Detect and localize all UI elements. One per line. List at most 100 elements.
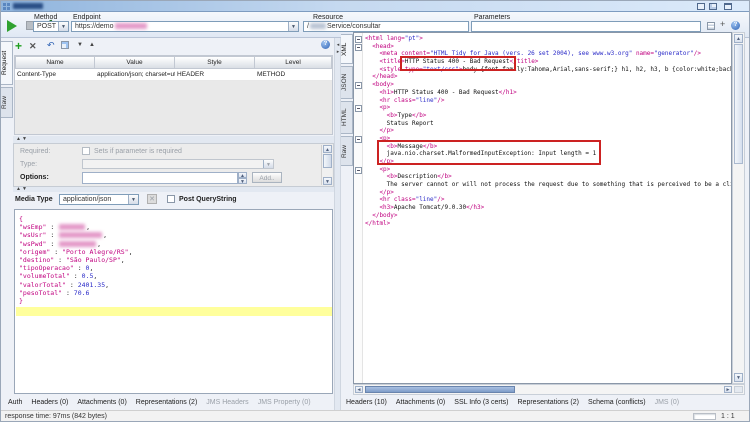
type-select[interactable]: ▼ <box>82 159 274 169</box>
details-scroll-thumb[interactable] <box>323 154 332 168</box>
options-input[interactable] <box>82 172 238 184</box>
soapui-request-window: ✔ Method POST ▼ Endpoint https://demo ▼ … <box>0 0 750 422</box>
caret-line-highlight <box>16 307 332 316</box>
request-bottom-tab-representations-2[interactable]: Representations (2) <box>136 399 197 406</box>
splitter-vertical[interactable]: ◂▸ <box>334 38 341 410</box>
request-bottom-tab-auth[interactable]: Auth <box>8 399 22 406</box>
code-line: <p> <box>365 135 732 143</box>
response-hscrollbar[interactable]: ◄ ► <box>353 384 745 395</box>
response-bottom-tab-jms-0[interactable]: JMS (0) <box>655 399 680 406</box>
endpoint-select[interactable]: https://demo ▼ <box>71 21 299 32</box>
options-add-button[interactable]: Add.. <box>252 172 282 183</box>
fold-toggle-icon[interactable] <box>355 105 362 112</box>
splitter-horizontal-1[interactable]: ▲▼ <box>13 136 334 143</box>
details-scroll-down[interactable]: ▼ <box>323 177 332 185</box>
post-querystring-checkbox[interactable] <box>167 195 175 203</box>
endpoint-value: https://demo <box>75 23 114 30</box>
response-bottom-tabs: Headers (10) Attachments (0) SSL Info (3 c… <box>346 396 679 409</box>
resource-input[interactable]: /Service/consultar <box>303 21 469 32</box>
response-scroll-up[interactable]: ▲ <box>734 34 743 43</box>
options-label: Options: <box>20 174 49 181</box>
response-vscrollbar[interactable]: ▲ ▼ <box>732 32 745 384</box>
params-table-header: NameValueStyleLevel <box>15 56 332 69</box>
required-label: Required: <box>20 148 50 155</box>
code-line: "pesoTotal" : 70.6 <box>19 289 133 297</box>
required-checkbox[interactable] <box>82 147 90 155</box>
window-float-button[interactable] <box>697 3 705 10</box>
param-table-icon[interactable] <box>707 22 715 30</box>
request-bottom-tab-jms-headers[interactable]: JMS Headers <box>206 399 248 406</box>
fold-toggle-icon[interactable] <box>355 36 362 43</box>
response-tab-json[interactable]: JSON <box>341 66 353 99</box>
window-maximize-button[interactable] <box>724 3 732 10</box>
type-dropdown-arrow: ▼ <box>263 160 273 168</box>
response-bottom-tab-representations-2[interactable]: Representations (2) <box>518 399 579 406</box>
fold-toggle-icon[interactable] <box>355 167 362 174</box>
add-param-icon[interactable]: + <box>720 19 725 29</box>
media-type-select[interactable]: application/json ▼ <box>59 194 139 205</box>
response-scroll-down[interactable]: ▼ <box>734 373 743 382</box>
add-param-button[interactable]: + <box>15 39 22 53</box>
endpoint-redacted <box>115 23 147 29</box>
response-hscroll-thumb[interactable] <box>365 386 515 393</box>
request-bottom-tab-headers-0[interactable]: Headers (0) <box>31 399 68 406</box>
code-line: <meta content="HTML Tidy for Java (vers.… <box>365 50 732 58</box>
status-bar: response time: 97ms (842 bytes) 1 : 1 <box>1 410 749 422</box>
params-help-icon[interactable]: ? <box>321 40 330 49</box>
column-header-level[interactable]: Level <box>255 56 332 69</box>
response-tab-html[interactable]: HTML <box>341 101 353 134</box>
details-scroll-up[interactable]: ▲ <box>323 145 332 153</box>
move-up-icon[interactable]: ▲ <box>89 42 95 48</box>
code-line: </p> <box>365 189 732 197</box>
request-tab-request[interactable]: Request <box>1 41 13 85</box>
table-row[interactable]: Content-Typeapplication/json; charset=ut… <box>15 69 332 81</box>
request-body-editor[interactable]: {"wsEmp" : ,"wsUsr" : ,"wsPwd" : ,"orige… <box>14 209 333 394</box>
response-scroll-right[interactable]: ► <box>724 386 732 393</box>
code-line: </head> <box>365 73 732 81</box>
response-tab-xml[interactable]: XML <box>341 34 353 64</box>
request-bottom-tab-attachments-0[interactable]: Attachments (0) <box>77 399 126 406</box>
code-line: <p> <box>365 104 732 112</box>
method-dropdown-arrow[interactable]: ▼ <box>58 22 68 31</box>
response-bottom-tab-schema-conflicts[interactable]: Schema (conflicts) <box>588 399 646 406</box>
endpoint-dropdown-arrow[interactable]: ▼ <box>288 22 298 31</box>
response-editor[interactable]: <html lang="pt"> <head> <meta content="H… <box>353 32 732 384</box>
method-select[interactable]: POST ▼ <box>33 21 69 32</box>
params-table[interactable]: NameValueStyleLevel Content-Typeapplicat… <box>14 55 333 135</box>
redacted-text <box>59 224 85 230</box>
code-line: Status Report <box>365 120 732 128</box>
method-value: POST <box>37 23 56 30</box>
response-vscroll-thumb[interactable] <box>734 44 743 164</box>
fold-toggle-icon[interactable] <box>355 82 362 89</box>
recreate-representation-icon[interactable]: ✕ <box>147 194 157 204</box>
help-icon[interactable]: ? <box>731 21 740 30</box>
redacted-text <box>59 232 102 238</box>
code-line: <hr class="line"/> <box>365 196 732 204</box>
column-header-name[interactable]: Name <box>15 56 95 69</box>
column-header-value[interactable]: Value <box>95 56 175 69</box>
media-type-dropdown-arrow[interactable]: ▼ <box>128 195 138 204</box>
window-titlebar[interactable] <box>1 1 749 12</box>
request-side-tabs: Request Raw <box>1 41 13 118</box>
response-bottom-tab-attachments-0[interactable]: Attachments (0) <box>396 399 445 406</box>
response-bottom-tab-ssl-info-3-certs[interactable]: SSL Info (3 certs) <box>454 399 508 406</box>
options-spinner-down[interactable]: ▼ <box>238 178 247 184</box>
response-bottom-tab-headers-10[interactable]: Headers (10) <box>346 399 387 406</box>
window-restore-button[interactable] <box>709 3 717 10</box>
delete-param-button[interactable]: ✕ <box>29 41 37 52</box>
request-tab-raw[interactable]: Raw <box>1 87 13 118</box>
request-bottom-tab-jms-property-0[interactable]: JMS Property (0) <box>258 399 311 406</box>
run-request-button[interactable] <box>7 20 17 32</box>
fold-toggle-icon[interactable] <box>355 44 362 51</box>
details-scrollbar[interactable]: ▲ ▼ <box>321 145 332 185</box>
response-scroll-left[interactable]: ◄ <box>355 386 363 393</box>
code-line: The server cannot or will not process th… <box>365 181 732 189</box>
move-down-icon[interactable]: ▼ <box>77 42 83 48</box>
column-header-style[interactable]: Style <box>175 56 255 69</box>
response-code: <html lang="pt"> <head> <meta content="H… <box>365 35 732 227</box>
update-params-icon[interactable] <box>61 41 69 49</box>
revert-icon[interactable]: ↶ <box>47 40 55 51</box>
parameters-input[interactable] <box>471 21 701 32</box>
response-tab-raw[interactable]: Raw <box>341 136 353 166</box>
fold-toggle-icon[interactable] <box>355 136 362 143</box>
